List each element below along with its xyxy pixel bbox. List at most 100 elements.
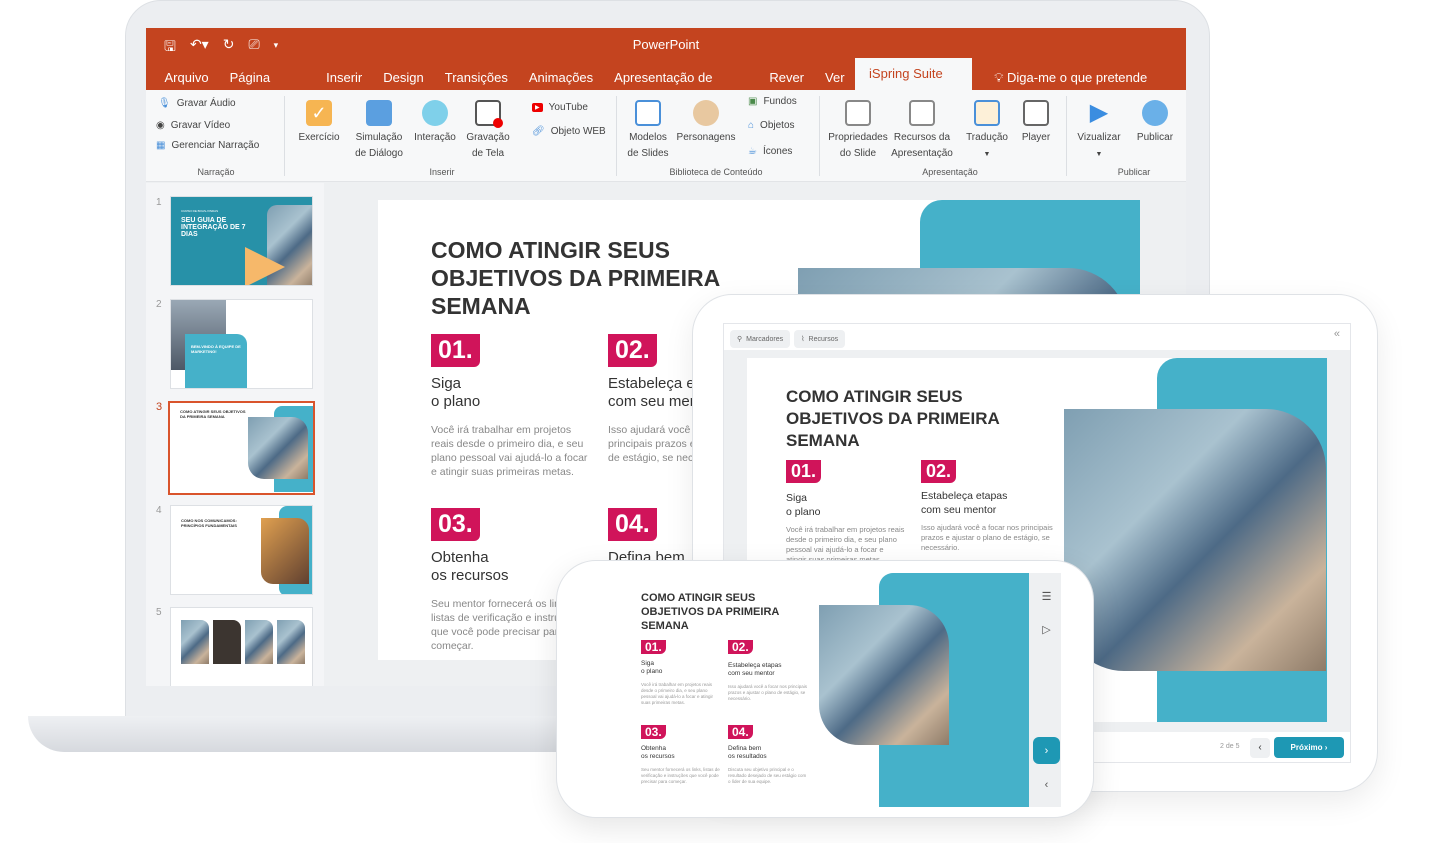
tab-arquivo[interactable]: Arquivo	[154, 66, 219, 90]
tab-inserir[interactable]: Inserir	[316, 66, 373, 90]
step-text: Você irá trabalhar em projetos reais des…	[641, 682, 714, 705]
step-text: Você irá trabalhar em projetos reais des…	[431, 424, 588, 478]
label: Fundos	[763, 96, 797, 107]
dialog-simulation-button[interactable]: Simulação de Diálogo	[350, 100, 408, 162]
objects-button[interactable]: ⌂ Objetos	[748, 120, 795, 131]
outline-menu-button[interactable]: ☰	[1033, 583, 1060, 610]
thumbnail-slide-2[interactable]: BEM-VINDO À EQUIPE DE MARKETING!	[170, 299, 313, 389]
tab-transicoes[interactable]: Transições	[434, 66, 518, 90]
thumb-title: SEU GUIA DE INTEGRAÇÃO DE 7 DIAS	[181, 217, 246, 238]
next-button[interactable]: Próximo ›	[1274, 737, 1344, 758]
step-heading: Siga	[786, 492, 808, 504]
attachment-icon	[909, 100, 935, 126]
youtube-button[interactable]: ▶ YouTube	[532, 102, 588, 113]
preview-button[interactable]: ▶ Vizualizar ▼	[1074, 100, 1124, 163]
step-heading: Defina bem	[728, 745, 762, 752]
youtube-icon: ▶	[532, 103, 543, 112]
label: Exercício	[298, 132, 340, 143]
thumb-title: BEM-VINDO À EQUIPE DE MARKETING!	[191, 344, 241, 354]
slide-properties-button[interactable]: Propriedades do Slide	[826, 100, 890, 162]
exercise-button[interactable]: ✓ Exercício	[294, 100, 344, 146]
step-heading: os recursos	[431, 567, 509, 584]
tab-apresentacao[interactable]: Apresentação de Slides	[604, 66, 759, 109]
presentation-resources-button[interactable]: Recursos da Apresentação	[890, 100, 954, 162]
template-icon	[635, 100, 661, 126]
label: Vizualizar	[1077, 132, 1121, 143]
next-slide-button[interactable]: ›	[1033, 737, 1060, 764]
previous-button[interactable]: ‹	[1250, 738, 1270, 758]
tab-pagina-inicial[interactable]: Página Inicial	[219, 66, 316, 109]
group-label-inserir: Inserir	[429, 167, 455, 177]
thumb-number: 3	[156, 401, 163, 413]
bookmarks-button[interactable]: ⚲ Marcadores	[730, 330, 791, 348]
group-label-biblioteca: Biblioteca de Conteúdo	[669, 167, 763, 177]
step-heading: com seu mentor	[921, 504, 997, 516]
resources-button[interactable]: ⌇ Recursos	[794, 330, 846, 348]
thumbnail-slide-1[interactable]: CURSO DE BOAS-VINDAS SEU GUIA DE INTEGRA…	[170, 196, 313, 286]
tell-me-search[interactable]: 💡︎ Diga-me o que pretende fazer	[984, 66, 1186, 109]
man-with-laptop-photo	[819, 605, 949, 745]
dropdown-arrow-icon: ▼	[983, 151, 991, 158]
label: Recursos	[808, 335, 839, 343]
thumb-number: 4	[156, 505, 162, 516]
label: de Diálogo	[355, 148, 403, 159]
webcam-icon: ◉	[156, 120, 165, 131]
step-number: 04.	[608, 508, 657, 541]
label: Ícones	[762, 146, 793, 157]
play-button[interactable]: ▷	[1033, 616, 1060, 643]
screen-recording-button[interactable]: Gravação de Tela	[462, 100, 514, 162]
thumbnail-slide-5[interactable]	[170, 607, 313, 686]
label: Marcadores	[746, 335, 784, 343]
thumb-number: 1	[156, 197, 162, 208]
step-4: 04. Defina bem os resultados Discuta seu …	[728, 723, 808, 785]
step-number: 02.	[921, 460, 957, 483]
web-object-button[interactable]: 🔗︎ Objeto WEB	[532, 126, 606, 137]
translate-icon	[974, 100, 1000, 126]
thumbnail-slide-4[interactable]: COMO NOS COMUNICAMOS: PRINCÍPIOS FUNDAME…	[170, 505, 313, 595]
step-number: 04.	[728, 725, 753, 739]
label: Propriedades	[828, 132, 888, 143]
touch-icon	[422, 100, 448, 126]
microphone-icon: 🎙︎	[158, 98, 171, 109]
step-heading: com seu mentor	[728, 670, 775, 677]
thumb-number: 2	[156, 299, 162, 310]
chevron-right-icon: ›	[1044, 744, 1049, 757]
publish-button[interactable]: Publicar	[1130, 100, 1180, 146]
group-label-narracao: Narração	[197, 167, 235, 177]
thumbnail-slide-3[interactable]: COMO ATINGIR SEUS OBJETIVOS DA PRIMEIRA …	[168, 401, 315, 495]
player-button[interactable]: Player	[1016, 100, 1056, 146]
icons-button[interactable]: ☕︎ Ícones	[748, 146, 792, 157]
record-audio-button[interactable]: 🎙︎ Gravar Áudio	[158, 98, 236, 109]
step-text: Você irá trabalhar em projetos reais des…	[786, 525, 905, 564]
step-number: 02.	[608, 334, 657, 367]
step-text: Discuta seu objetivo principal e o resul…	[728, 767, 807, 784]
label: Gravar Áudio	[176, 98, 236, 109]
manage-narration-button[interactable]: ▦ Gerenciar Narração	[156, 140, 259, 151]
screen-record-icon	[475, 100, 503, 128]
step-number: 01.	[786, 460, 822, 483]
record-video-button[interactable]: ◉ Gravar Vídeo	[156, 120, 230, 131]
previous-slide-button[interactable]: ‹	[1033, 771, 1060, 798]
title-bar: 🖫 ↶▾ ↻ ⎚ ▾ PowerPoint Arquivo Página Ini…	[146, 28, 1186, 113]
tab-ispring[interactable]: iSpring Suite 11	[855, 58, 972, 113]
label: YouTube	[548, 102, 588, 113]
step-1: 01. Siga o plano Você irá trabalhar em pr…	[431, 334, 591, 479]
label: Recursos da	[893, 132, 951, 143]
tab-animacoes[interactable]: Animações	[518, 66, 603, 90]
backgrounds-button[interactable]: ▣ Fundos	[748, 96, 797, 107]
slide-templates-button[interactable]: Modelos de Slides	[624, 100, 672, 162]
group-label-publicar: Publicar	[1117, 167, 1151, 177]
label: Simulação	[355, 132, 403, 143]
slide-title: COMO ATINGIR SEUS OBJETIVOS DA PRIMEIRA …	[786, 387, 1000, 450]
tab-rever[interactable]: Rever	[759, 66, 815, 90]
tab-design[interactable]: Design	[373, 66, 434, 90]
tab-ver[interactable]: Ver	[815, 66, 856, 90]
interaction-button[interactable]: Interação	[412, 100, 458, 146]
thumb-photo	[181, 620, 209, 664]
link-icon: 🔗︎	[532, 126, 545, 137]
step-1: 01. Siga o plano Você irá trabalhar em pr…	[641, 638, 721, 706]
label: Player	[1021, 132, 1051, 143]
characters-button[interactable]: Personagens	[676, 100, 736, 146]
collapse-icon[interactable]: «	[1334, 328, 1340, 340]
translation-button[interactable]: Tradução ▼	[962, 100, 1012, 163]
